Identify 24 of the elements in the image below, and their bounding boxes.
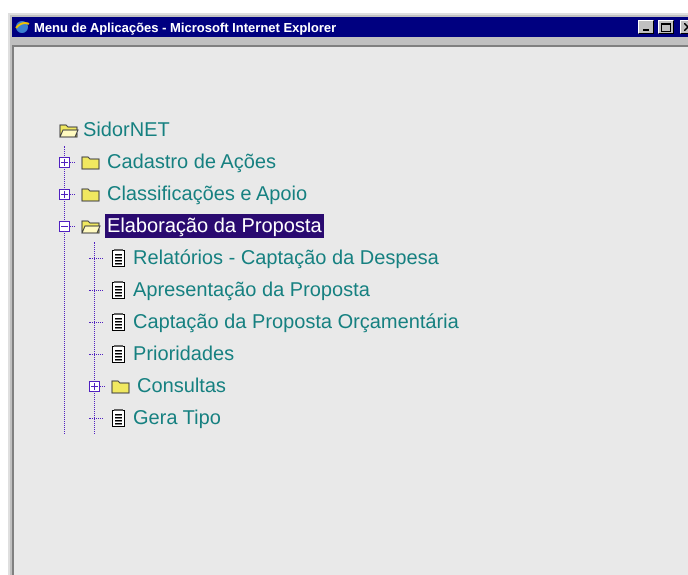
tree-item[interactable]: Consultas xyxy=(135,374,228,398)
document-icon xyxy=(111,408,127,428)
tree-item[interactable]: Elaboração da Proposta xyxy=(105,214,324,238)
window-title: Menu de Aplicações - Microsoft Internet Explorer xyxy=(34,20,338,34)
document-icon xyxy=(111,280,127,300)
document-icon xyxy=(111,248,127,268)
tree-item[interactable]: Captação da Proposta Orçamentária xyxy=(131,310,461,334)
maximize-button[interactable] xyxy=(658,20,674,34)
browser-icon xyxy=(14,19,30,35)
tree-item[interactable]: Cadastro de Ações xyxy=(105,150,278,174)
expand-icon[interactable] xyxy=(59,188,70,200)
tree-item[interactable]: Prioridades xyxy=(131,342,236,366)
tree-item[interactable]: Apresentação da Proposta xyxy=(131,278,372,302)
maximize-icon xyxy=(661,22,671,32)
document-icon xyxy=(111,312,127,332)
expand-icon[interactable] xyxy=(59,156,70,168)
tree-item[interactable]: Gera Tipo xyxy=(131,406,223,430)
tree-item[interactable]: Relatórios - Captação da Despesa xyxy=(131,246,441,270)
document-icon xyxy=(111,344,127,364)
collapse-icon[interactable] xyxy=(59,220,70,232)
tree-item[interactable]: SidorNET xyxy=(81,118,172,142)
minimize-button[interactable] xyxy=(638,20,654,34)
tree-item[interactable]: Classificações e Apoio xyxy=(105,182,310,206)
expand-icon[interactable] xyxy=(89,380,100,392)
